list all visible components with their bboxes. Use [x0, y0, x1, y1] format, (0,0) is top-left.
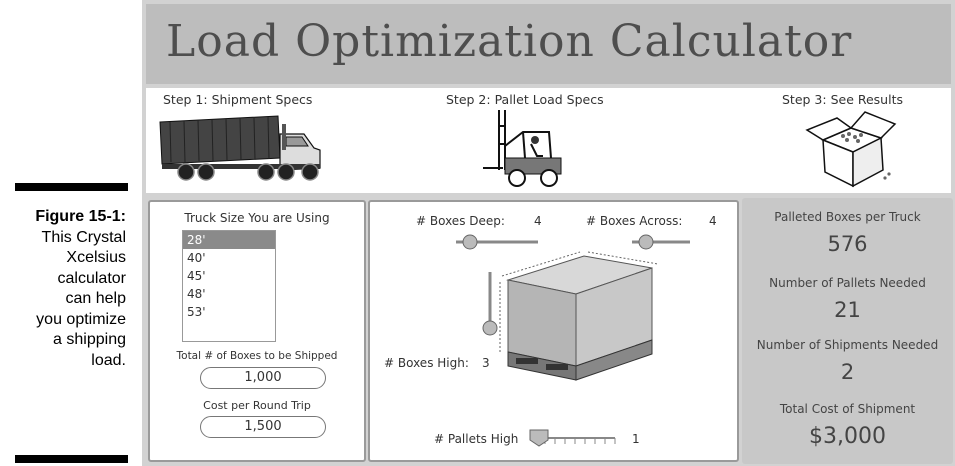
step-1-label: Step 1: Shipment Specs [163, 92, 313, 107]
boxes-high-label: # Boxes High: [384, 356, 469, 370]
results-panel: Palleted Boxes per Truck 576 Number of P… [742, 198, 953, 464]
result-pallets-needed-label: Number of Pallets Needed [769, 276, 926, 290]
caption-line: Xcelsius [66, 249, 126, 266]
result-shipments-needed-label: Number of Shipments Needed [756, 338, 939, 352]
truck-size-option-40[interactable]: 40' [183, 249, 275, 267]
pallet-load-panel: # Boxes Deep: 4 # Boxes Across: 4 # Boxe… [368, 200, 739, 462]
caption-line: a shipping [53, 331, 126, 348]
boxes-total-input[interactable]: 1,000 [200, 367, 326, 389]
title-bar: Load Optimization Calculator [146, 4, 951, 84]
truck-size-label: Truck Size You are Using [184, 211, 330, 225]
caption-line: This Crystal [41, 228, 126, 246]
caption-line: load. [91, 351, 126, 369]
result-boxes-per-truck-label: Palleted Boxes per Truck [774, 210, 921, 224]
result-boxes-per-truck-value: 576 [827, 232, 868, 256]
figure-caption: Figure 15-1: This Crystal Xcelsius calcu… [0, 207, 126, 371]
steps-header: Step 1: Shipment Specs Step 2: Pallet Lo… [146, 88, 951, 193]
app-title: Load Optimization Calculator [166, 16, 853, 67]
caption-rule-bottom [15, 455, 128, 463]
truck-size-option-45[interactable]: 45' [183, 267, 275, 285]
result-total-cost-value: $3,000 [809, 424, 886, 449]
caption-line: can help [65, 290, 127, 307]
round-trip-cost-input[interactable]: 1,500 [200, 416, 326, 438]
caption-line: you optimize [36, 310, 126, 328]
truck-size-option-48[interactable]: 48' [183, 285, 275, 303]
truck-size-option-53[interactable]: 53' [183, 303, 275, 321]
boxes-total-label: Total # of Boxes to be Shipped [176, 350, 338, 362]
boxes-across-slider-thumb [638, 234, 654, 250]
pallets-high-value: 1 [632, 432, 640, 446]
boxes-high-slider-thumb [482, 320, 498, 336]
pallet-diagram [456, 234, 690, 447]
caption-figure-number: Figure 15-1: [35, 208, 126, 225]
boxes-deep-slider-thumb [462, 234, 478, 250]
round-trip-cost-label: Cost per Round Trip [203, 399, 311, 412]
calculator-app: Load Optimization Calculator Step 1: Shi… [142, 0, 955, 466]
boxes-high-value: 3 [482, 356, 490, 370]
step-2-label: Step 2: Pallet Load Specs [446, 92, 604, 107]
result-shipments-needed-value: 2 [840, 360, 855, 384]
result-total-cost-label: Total Cost of Shipment [779, 402, 916, 416]
caption-line: calculator [57, 269, 126, 287]
truck-icon [159, 115, 321, 181]
shipment-specs-panel: Truck Size You are Using 28' 40' 45' 48'… [148, 200, 366, 462]
step-3-label: Step 3: See Results [782, 92, 903, 107]
truck-size-option-28[interactable]: 28' [183, 231, 275, 249]
pallets-high-label: # Pallets High [434, 432, 519, 446]
result-pallets-needed-value: 21 [834, 298, 861, 322]
caption-rule-top [15, 183, 128, 191]
open-box-icon [805, 111, 897, 188]
forklift-icon [483, 110, 562, 187]
truck-size-list[interactable]: 28' 40' 45' 48' 53' [182, 230, 276, 342]
